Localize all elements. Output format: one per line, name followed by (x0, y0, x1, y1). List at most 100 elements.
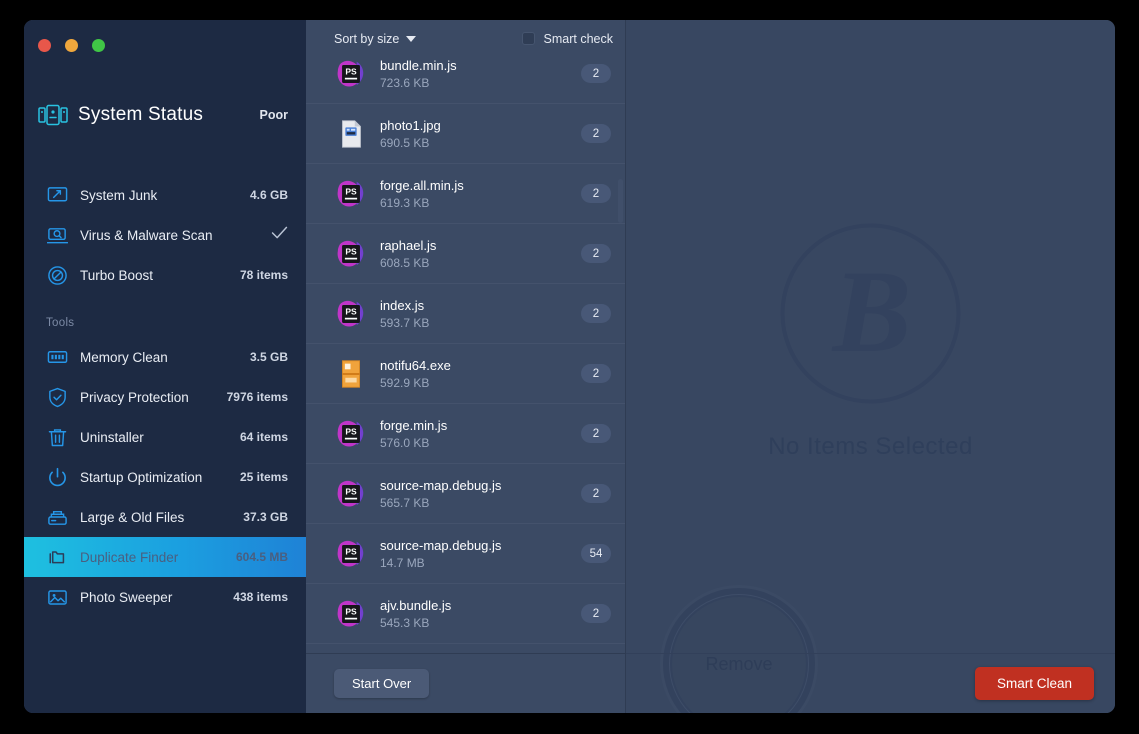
file-name: notifu64.exe (380, 357, 451, 373)
list-item[interactable]: PS source-map.debug.js 565.7 KB 2 (306, 464, 625, 524)
svg-text:PS: PS (345, 606, 357, 616)
file-name: forge.min.js (380, 417, 448, 433)
svg-text:PS: PS (345, 246, 357, 256)
list-item[interactable]: PS forge.all.min.js 619.3 KB 2 (306, 164, 625, 224)
duplicate-count-badge: 54 (581, 544, 611, 563)
smart-check-toggle[interactable]: Smart check (521, 32, 613, 46)
list-item[interactable]: photo1.jpg 690.5 KB 2 (306, 104, 625, 164)
detail-footer: Smart Clean (626, 653, 1115, 713)
phpstorm-file-icon: PS (334, 477, 368, 511)
sidebar-item-label: Privacy Protection (80, 389, 189, 405)
file-size: 608.5 KB (380, 255, 430, 270)
file-size: 619.3 KB (380, 195, 430, 210)
sidebar-item-turbo-boost[interactable]: Turbo Boost 78 items (24, 255, 306, 295)
sidebar-item-value: 3.5 GB (249, 350, 288, 364)
sidebar-item-value: 4.6 GB (249, 188, 288, 202)
sidebar-item-value: 604.5 MB (235, 550, 288, 564)
sidebar-item-value: 64 items (239, 430, 288, 444)
system-status-header[interactable]: System Status Poor (38, 104, 288, 126)
maximize-button[interactable] (92, 39, 105, 52)
file-name: source-map.debug.js (380, 477, 502, 493)
file-name: ajv.bundle.js (380, 597, 452, 613)
sidebar-item-uninstaller[interactable]: Uninstaller 64 items (24, 417, 306, 457)
file-info: ajv.bundle.js 545.3 KB (380, 598, 451, 630)
smart-check-checkbox[interactable] (521, 32, 535, 45)
sidebar-item-label: Startup Optimization (80, 469, 203, 485)
file-size: 690.5 KB (380, 135, 430, 150)
brand-b-logo-icon: B (773, 216, 968, 411)
sidebar-item-label: Large & Old Files (80, 509, 185, 525)
sort-by-size-dropdown[interactable]: Sort by size (334, 31, 417, 46)
duplicate-count-badge: 2 (581, 244, 611, 263)
sidebar-item-label: System Junk (80, 187, 158, 203)
start-over-button[interactable]: Start Over (334, 669, 430, 698)
sort-label: Sort by size (334, 31, 400, 46)
system-status-value: Poor (259, 108, 288, 122)
list-item[interactable] (306, 644, 625, 653)
file-size: 14.7 MB (380, 555, 425, 570)
sidebar-item-startup-optimization[interactable]: Startup Optimization 25 items (24, 457, 306, 497)
sidebar-item-label: Photo Sweeper (80, 589, 173, 605)
detail-panel: B No Items Selected Remove Smart Clean (626, 20, 1115, 713)
uninstaller-icon (46, 426, 68, 448)
file-size: 593.7 KB (380, 315, 430, 330)
exe-file-icon (334, 357, 368, 391)
svg-text:PS: PS (345, 486, 357, 496)
svg-text:PS: PS (345, 186, 357, 196)
tools-section-label: Tools (46, 317, 75, 329)
list-item[interactable]: PS ajv.bundle.js 545.3 KB 2 (306, 584, 625, 644)
phpstorm-file-icon: PS (334, 537, 368, 571)
sidebar-item-label: Duplicate Finder (80, 549, 179, 565)
list-item[interactable]: PS raphael.js 608.5 KB 2 (306, 224, 625, 284)
phpstorm-file-icon: PS (334, 597, 368, 631)
file-size: 576.0 KB (380, 435, 430, 450)
list-item[interactable]: PS source-map.debug.js 14.7 MB 54 (306, 524, 625, 584)
privacy-protection-icon (46, 386, 68, 408)
minimize-button[interactable] (65, 39, 78, 52)
list-scrollbar-thumb[interactable] (618, 179, 623, 223)
app-window: System Status Poor System Junk 4.6 GB Vi… (24, 20, 1115, 713)
file-size: 565.7 KB (380, 495, 430, 510)
sidebar-item-memory-clean[interactable]: Memory Clean 3.5 GB (24, 337, 306, 377)
sidebar-item-label: Memory Clean (80, 349, 168, 365)
document-file-icon (334, 117, 368, 151)
file-info: forge.min.js 576.0 KB (380, 418, 447, 450)
sidebar-item-value: 438 items (233, 590, 288, 604)
empty-state-text: No Items Selected (768, 433, 973, 460)
file-name: raphael.js (380, 237, 437, 253)
list-item[interactable]: PS bundle.min.js 723.6 KB 2 (306, 57, 625, 104)
svg-text:PS: PS (345, 306, 357, 316)
file-info: source-map.debug.js 565.7 KB (380, 478, 501, 510)
system-junk-icon (46, 184, 68, 206)
file-name: index.js (380, 297, 425, 313)
list-footer: Start Over (306, 653, 625, 713)
window-controls (38, 39, 105, 52)
smart-clean-button[interactable]: Smart Clean (974, 667, 1094, 700)
system-status-title: System Status (78, 104, 204, 125)
sidebar-item-virus-malware-scan[interactable]: Virus & Malware Scan (24, 215, 306, 255)
phpstorm-file-icon: PS (334, 57, 368, 91)
duplicate-file-list-panel: Sort by size Smart check PS bundle.min.j… (306, 20, 626, 713)
memory-clean-icon (46, 346, 68, 368)
list-item[interactable]: PS index.js 593.7 KB 2 (306, 284, 625, 344)
close-button[interactable] (38, 39, 51, 52)
virus-scan-icon (46, 224, 68, 246)
file-info: notifu64.exe 592.9 KB (380, 358, 451, 390)
sidebar-nav: System Junk 4.6 GB Virus & Malware Scan (24, 175, 306, 617)
file-name: bundle.min.js (380, 57, 457, 73)
sidebar-item-privacy-protection[interactable]: Privacy Protection 7976 items (24, 377, 306, 417)
file-info: raphael.js 608.5 KB (380, 238, 436, 270)
file-size: 723.6 KB (380, 75, 430, 90)
sidebar-item-duplicate-finder[interactable]: Duplicate Finder 604.5 MB (24, 537, 306, 577)
turbo-boost-icon (46, 264, 68, 286)
phpstorm-file-icon: PS (334, 237, 368, 271)
svg-text:PS: PS (345, 66, 357, 76)
sidebar-item-system-junk[interactable]: System Junk 4.6 GB (24, 175, 306, 215)
file-info: photo1.jpg 690.5 KB (380, 118, 441, 150)
file-list[interactable]: PS bundle.min.js 723.6 KB 2 photo1.jpg 6… (306, 57, 625, 653)
list-item[interactable]: PS forge.min.js 576.0 KB 2 (306, 404, 625, 464)
list-item[interactable]: notifu64.exe 592.9 KB 2 (306, 344, 625, 404)
sidebar-item-large-old-files[interactable]: Large & Old Files 37.3 GB (24, 497, 306, 537)
sidebar-item-photo-sweeper[interactable]: Photo Sweeper 438 items (24, 577, 306, 617)
file-size: 592.9 KB (380, 375, 430, 390)
